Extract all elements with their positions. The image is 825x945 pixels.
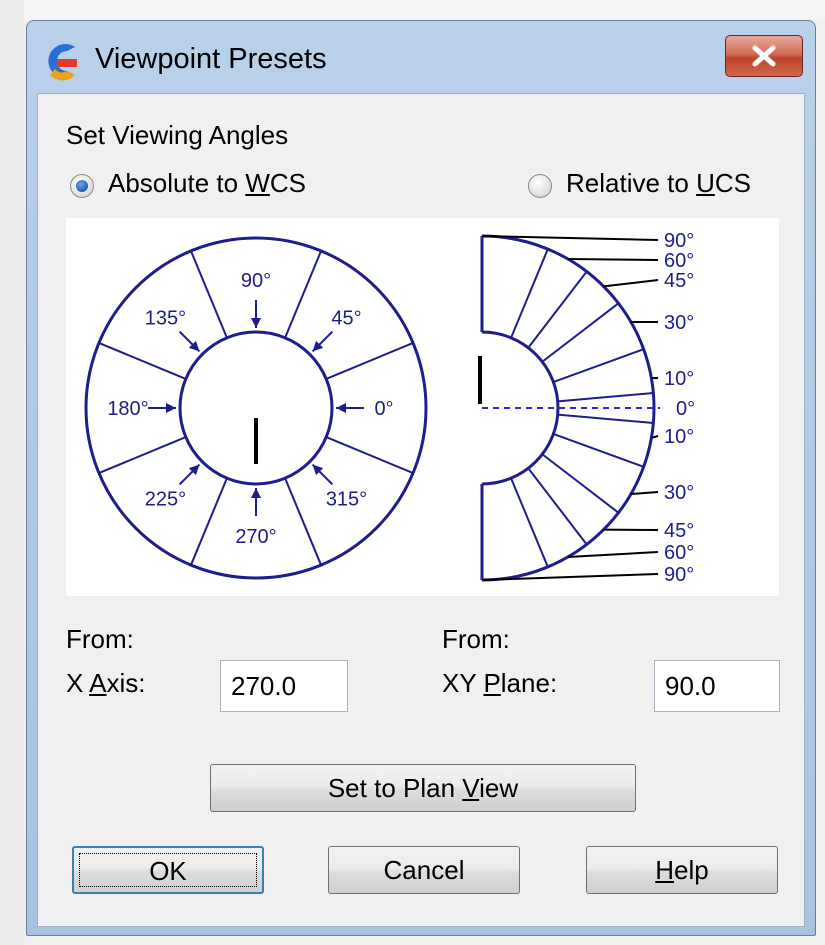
- wcs-sector-divider: [325, 342, 414, 380]
- dialog-client-area: Set Viewing Angles Absolute to WCS Relat…: [37, 93, 805, 927]
- relative-to-ucs-radio[interactable]: [528, 174, 552, 198]
- xy-sector-divider: [557, 413, 654, 424]
- absolute-to-wcs-radio[interactable]: [70, 174, 94, 198]
- xy-angle-label: 90°: [664, 564, 694, 586]
- wcs-sector-divider: [98, 342, 187, 380]
- set-to-plan-view-button[interactable]: Set to Plan View: [210, 764, 636, 812]
- close-icon: [752, 45, 776, 67]
- wcs-arrowhead: [336, 403, 346, 413]
- xy-angle-leader-line: [567, 258, 659, 261]
- x-axis-label: X Axis:: [66, 668, 146, 698]
- relative-to-ucs-label[interactable]: Relative to UCS: [566, 168, 751, 199]
- xy-sector-divider: [527, 270, 588, 349]
- help-button[interactable]: Help: [586, 846, 778, 894]
- xy-angle-leader-line: [630, 491, 659, 495]
- focus-rectangle: [79, 853, 257, 887]
- xy-angle-label: 60°: [664, 542, 694, 564]
- viewpoint-presets-dialog: Viewpoint Presets Set Viewing Angles Abs…: [26, 20, 816, 936]
- xy-angle-leader-line: [567, 551, 659, 558]
- xy-angle-label: 10°: [664, 426, 694, 448]
- xy-sector-divider: [510, 248, 549, 339]
- wcs-angle-label: 135°: [145, 307, 186, 329]
- set-viewing-angles-label: Set Viewing Angles: [66, 120, 289, 150]
- xy-angle-label: 45°: [664, 270, 694, 292]
- background-strip: [0, 0, 825, 20]
- app-logo-icon: [48, 44, 77, 81]
- absolute-to-wcs-label[interactable]: Absolute to WCS: [108, 168, 306, 199]
- xy-plane-from-label: From:: [442, 624, 510, 654]
- x-axis-input[interactable]: 270.0: [220, 660, 348, 712]
- wcs-sector-divider: [98, 436, 187, 474]
- wcs-sector-divider: [190, 250, 228, 339]
- xy-sector-divider: [557, 392, 654, 403]
- xy-angle-label: 30°: [664, 482, 694, 504]
- viewing-angle-diagram: 90° 45° 0° 315° 270° 225° 180° 135° 90° 60° 45° 30°…: [66, 218, 779, 596]
- xy-angle-label: 10°: [664, 368, 694, 390]
- x-axis-from-label: From:: [66, 624, 134, 654]
- background-left-strip: [0, 0, 24, 945]
- wcs-sector-divider: [284, 250, 322, 339]
- xy-sector-divider: [541, 453, 620, 514]
- angle-diagram-svg[interactable]: 90°45°0°315°270°225°180°135°90°60°45°30°…: [66, 218, 779, 596]
- title-bar[interactable]: Viewpoint Presets: [27, 21, 815, 93]
- xy-sector-divider: [541, 302, 620, 363]
- cancel-button[interactable]: Cancel: [328, 846, 520, 894]
- xy-angle-label: 90°: [664, 230, 694, 252]
- xy-angle-label: 45°: [664, 520, 694, 542]
- close-button[interactable]: [725, 35, 803, 77]
- wcs-angle-label: 90°: [241, 270, 271, 292]
- xy-sector-divider: [553, 348, 644, 383]
- xy-angle-label: 60°: [664, 250, 694, 272]
- wcs-arrowhead: [251, 488, 261, 498]
- xy-zero-label: 0°: [676, 398, 695, 420]
- wcs-sector-divider: [325, 436, 414, 474]
- wcs-angle-label: 180°: [107, 398, 148, 420]
- window-title: Viewpoint Presets: [95, 43, 327, 75]
- xy-sector-divider: [510, 477, 549, 568]
- wcs-angle-label: 225°: [145, 489, 186, 511]
- wcs-angle-label: 45°: [331, 307, 361, 329]
- radio-selected-dot: [76, 180, 88, 192]
- wcs-angle-label: 0°: [374, 398, 393, 420]
- wcs-arrowhead: [166, 403, 176, 413]
- ok-button[interactable]: OK: [72, 846, 264, 894]
- xy-angle-leader-line: [603, 279, 659, 288]
- wcs-arrowhead: [251, 318, 261, 328]
- xy-plane-input[interactable]: 90.0: [654, 660, 780, 712]
- xy-plane-label: XY Plane:: [442, 668, 558, 698]
- wcs-angle-label: 315°: [326, 489, 367, 511]
- wcs-sector-divider: [190, 477, 228, 566]
- wcs-sector-divider: [284, 477, 322, 566]
- xy-sector-divider: [553, 433, 644, 468]
- xy-sector-divider: [527, 467, 588, 546]
- xy-angle-label: 30°: [664, 312, 694, 334]
- wcs-angle-label: 270°: [235, 526, 276, 548]
